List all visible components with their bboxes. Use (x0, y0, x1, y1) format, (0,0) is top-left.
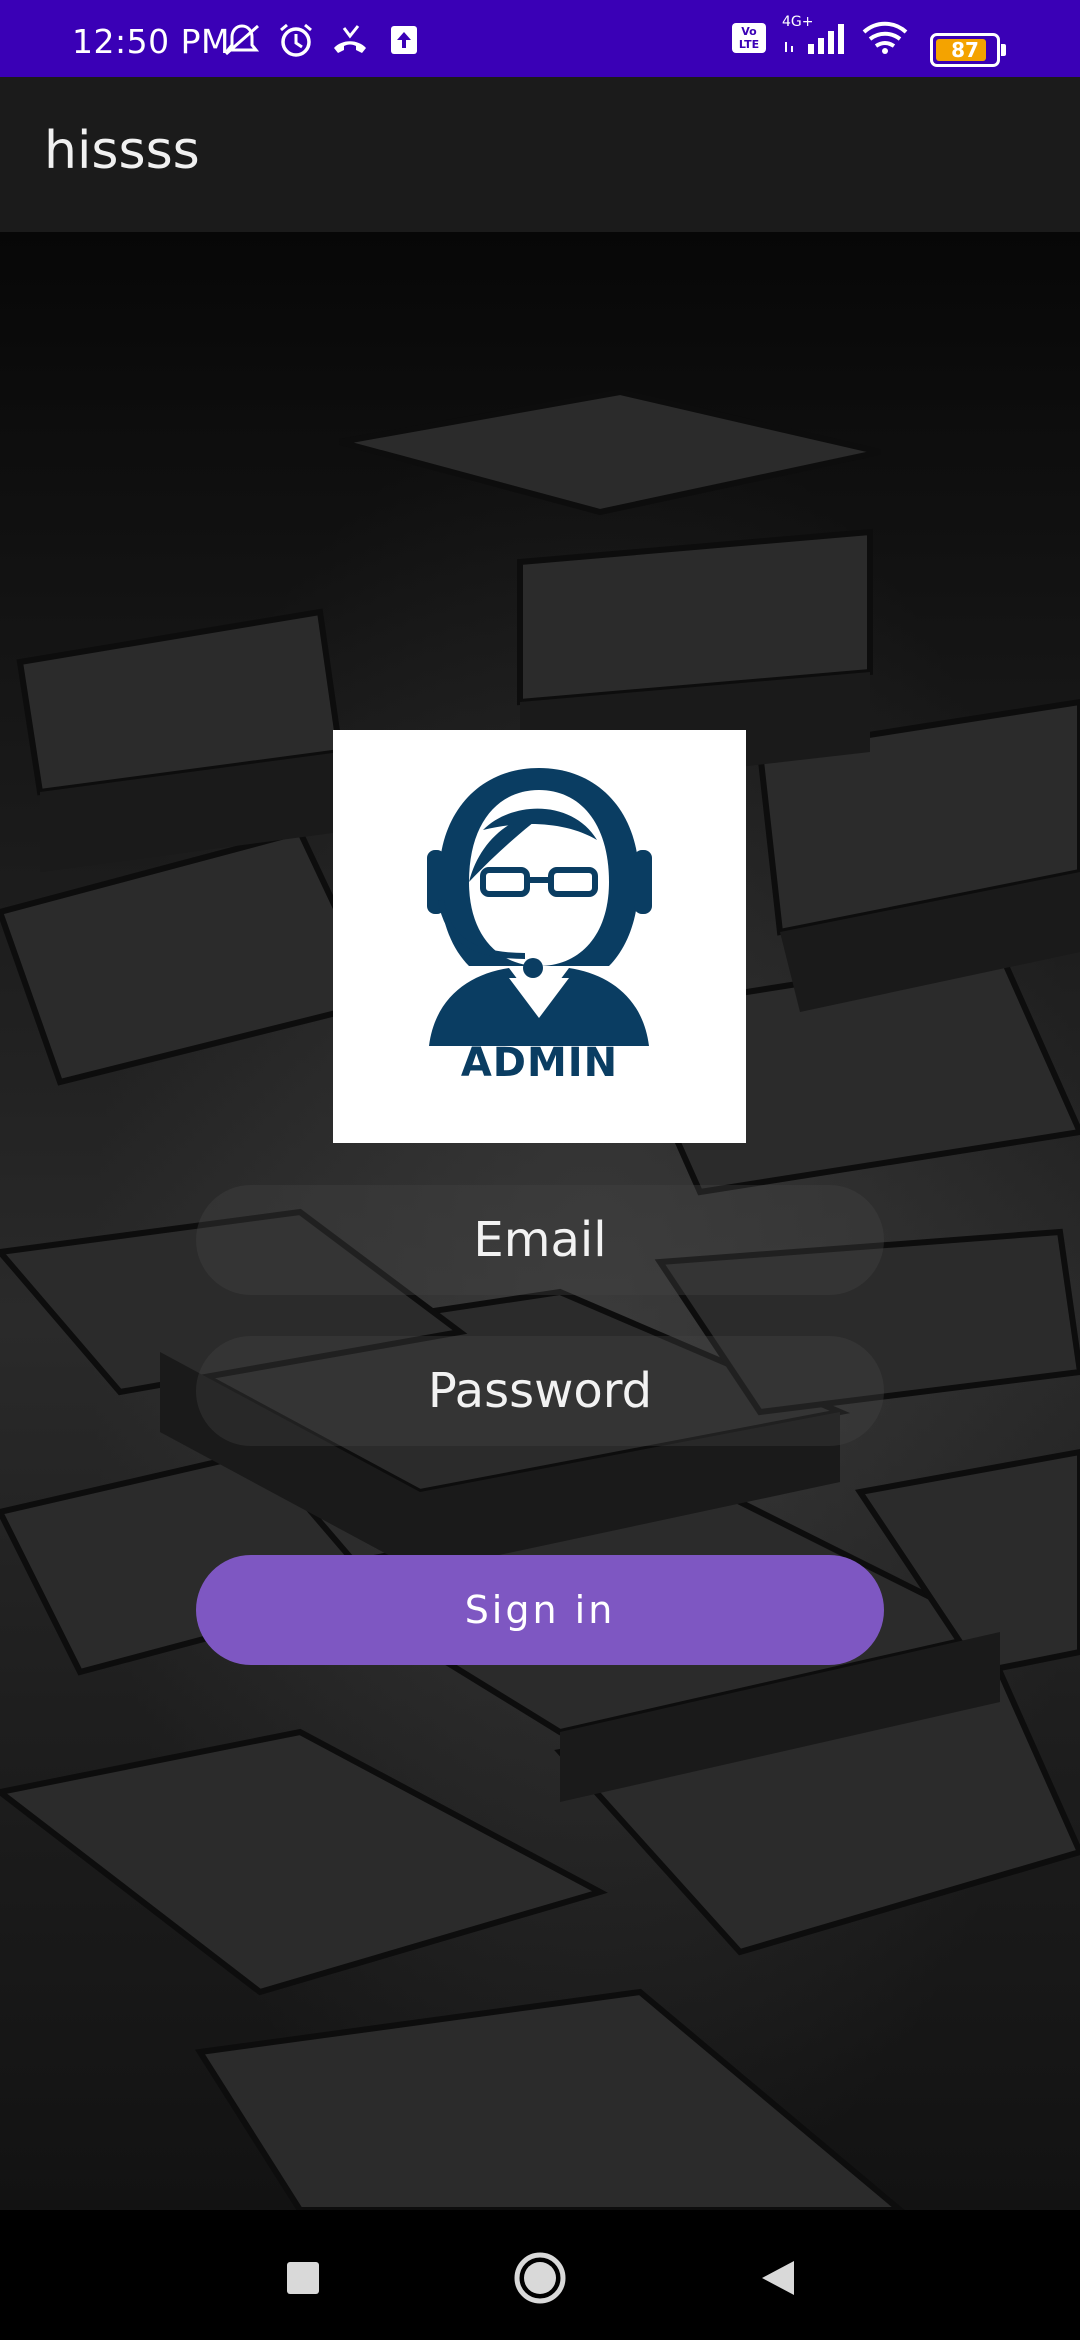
status-left-icons (222, 22, 424, 58)
back-icon[interactable] (748, 2248, 808, 2308)
status-bar: 12:50 PM Vo LTE 4G+ 87 (0, 0, 1080, 77)
wifi-icon (860, 20, 910, 56)
alarm-icon (276, 22, 316, 58)
app-title: hissss (44, 121, 200, 181)
status-time: 12:50 PM (72, 22, 230, 61)
recents-icon[interactable] (273, 2248, 333, 2308)
app-bar: hissss (0, 77, 1080, 232)
sign-in-button[interactable]: Sign in (196, 1555, 884, 1665)
login-screen: ADMIN Sign in (0, 232, 1080, 2210)
admin-logo-label: ADMIN (460, 1040, 619, 1086)
battery-tip (1001, 44, 1006, 56)
volte-icon: Vo LTE (732, 23, 766, 53)
password-field[interactable] (196, 1335, 884, 1447)
email-input[interactable] (196, 1184, 884, 1296)
admin-logo: ADMIN (333, 730, 746, 1143)
status-right-icons: Vo LTE 4G+ (732, 14, 910, 56)
upload-icon (384, 22, 424, 58)
silent-mode-icon (222, 22, 262, 58)
password-input[interactable] (196, 1335, 884, 1447)
navigation-bar (0, 2210, 1080, 2340)
battery-level: 87 (951, 38, 979, 62)
battery-icon: 87 (930, 33, 1006, 67)
signal-4g-icon: 4G+ (778, 14, 848, 56)
home-icon[interactable] (510, 2248, 570, 2308)
email-field[interactable] (196, 1184, 884, 1296)
call-forward-icon (330, 22, 370, 58)
